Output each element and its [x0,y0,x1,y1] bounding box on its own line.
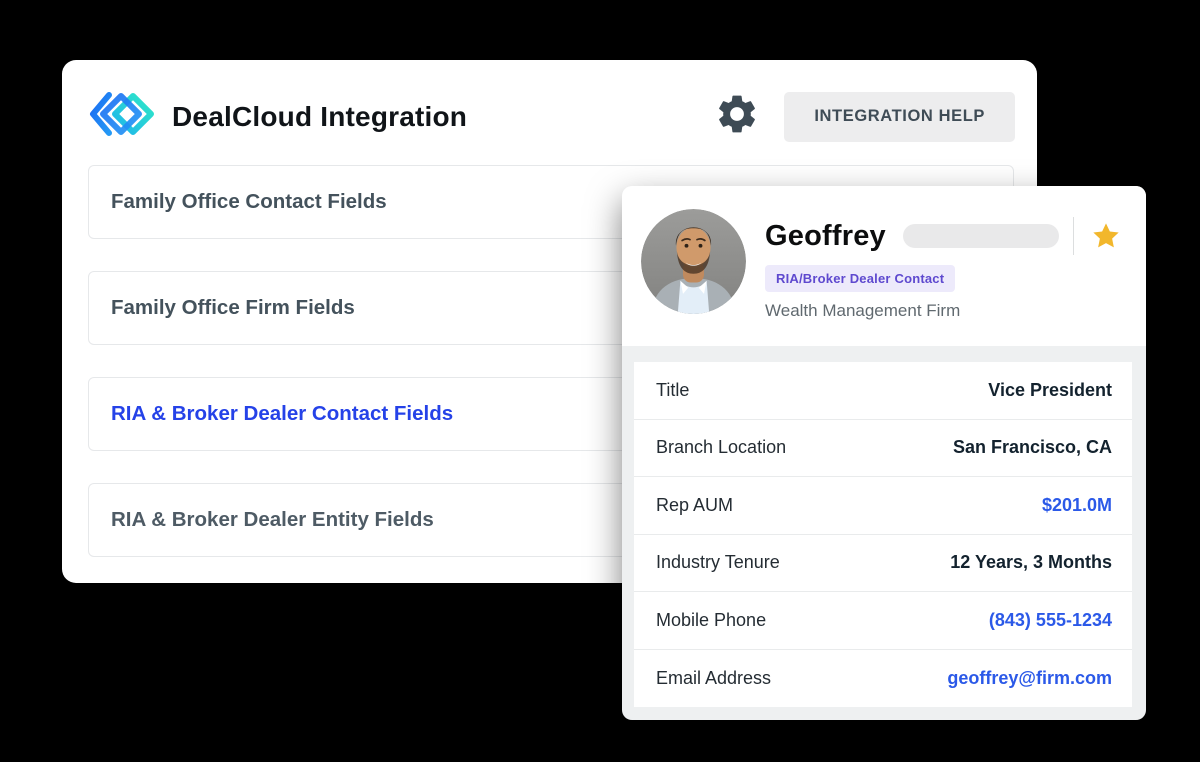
name-row: Geoffrey [765,217,1128,255]
contact-field-row: Industry Tenure 12 Years, 3 Months [634,535,1132,593]
contact-table: Title Vice President Branch Location San Fr… [634,362,1132,707]
star-icon [1090,220,1122,252]
field-group-label: Family Office Firm Fields [111,296,355,320]
contact-field-row: Branch Location San Francisco, CA [634,420,1132,478]
field-label: Rep AUM [656,495,733,516]
contact-first-name: Geoffrey [765,220,886,253]
contact-field-row: Title Vice President [634,362,1132,420]
field-value[interactable]: $201.0M [1042,495,1112,516]
integration-help-button[interactable]: INTEGRATION HELP [784,92,1015,142]
contact-type-badge: RIA/Broker Dealer Contact [765,265,955,292]
contact-field-row: Email Address geoffrey@firm.com [634,650,1132,708]
avatar [641,209,746,314]
firm-name: Wealth Management Firm [765,301,1128,321]
field-value: Vice President [988,380,1112,401]
divider [1073,217,1074,255]
field-label: Industry Tenure [656,552,780,573]
settings-button[interactable] [712,92,762,142]
field-label: Mobile Phone [656,610,766,631]
contact-field-row: Mobile Phone (843) 555-1234 [634,592,1132,650]
field-value: San Francisco, CA [953,437,1112,458]
field-group-label: Family Office Contact Fields [111,190,387,214]
contact-field-row: Rep AUM $201.0M [634,477,1132,535]
last-name-redaction-pill [903,224,1059,248]
field-value[interactable]: geoffrey@firm.com [947,668,1112,689]
contact-card: Geoffrey RIA/Broker Dealer Contact Wealt… [622,186,1146,720]
field-group-label: RIA & Broker Dealer Contact Fields [111,402,453,426]
dealcloud-diamonds-logo-icon [88,88,156,145]
gear-icon [714,91,760,142]
brand: DealCloud Integration [88,88,467,145]
field-label: Branch Location [656,437,786,458]
field-label: Title [656,380,689,401]
field-label: Email Address [656,668,771,689]
field-value[interactable]: (843) 555-1234 [989,610,1112,631]
field-group-label: RIA & Broker Dealer Entity Fields [111,508,434,532]
identity-block: Geoffrey RIA/Broker Dealer Contact Wealt… [765,209,1128,346]
favorite-star-button[interactable] [1090,220,1122,252]
contact-card-header: Geoffrey RIA/Broker Dealer Contact Wealt… [622,186,1146,346]
field-value: 12 Years, 3 Months [950,552,1112,573]
page-title: DealCloud Integration [172,101,467,133]
panel-header: DealCloud Integration INTEGRATION HELP [62,60,1037,145]
page: DealCloud Integration INTEGRATION HELP F… [0,0,1200,762]
